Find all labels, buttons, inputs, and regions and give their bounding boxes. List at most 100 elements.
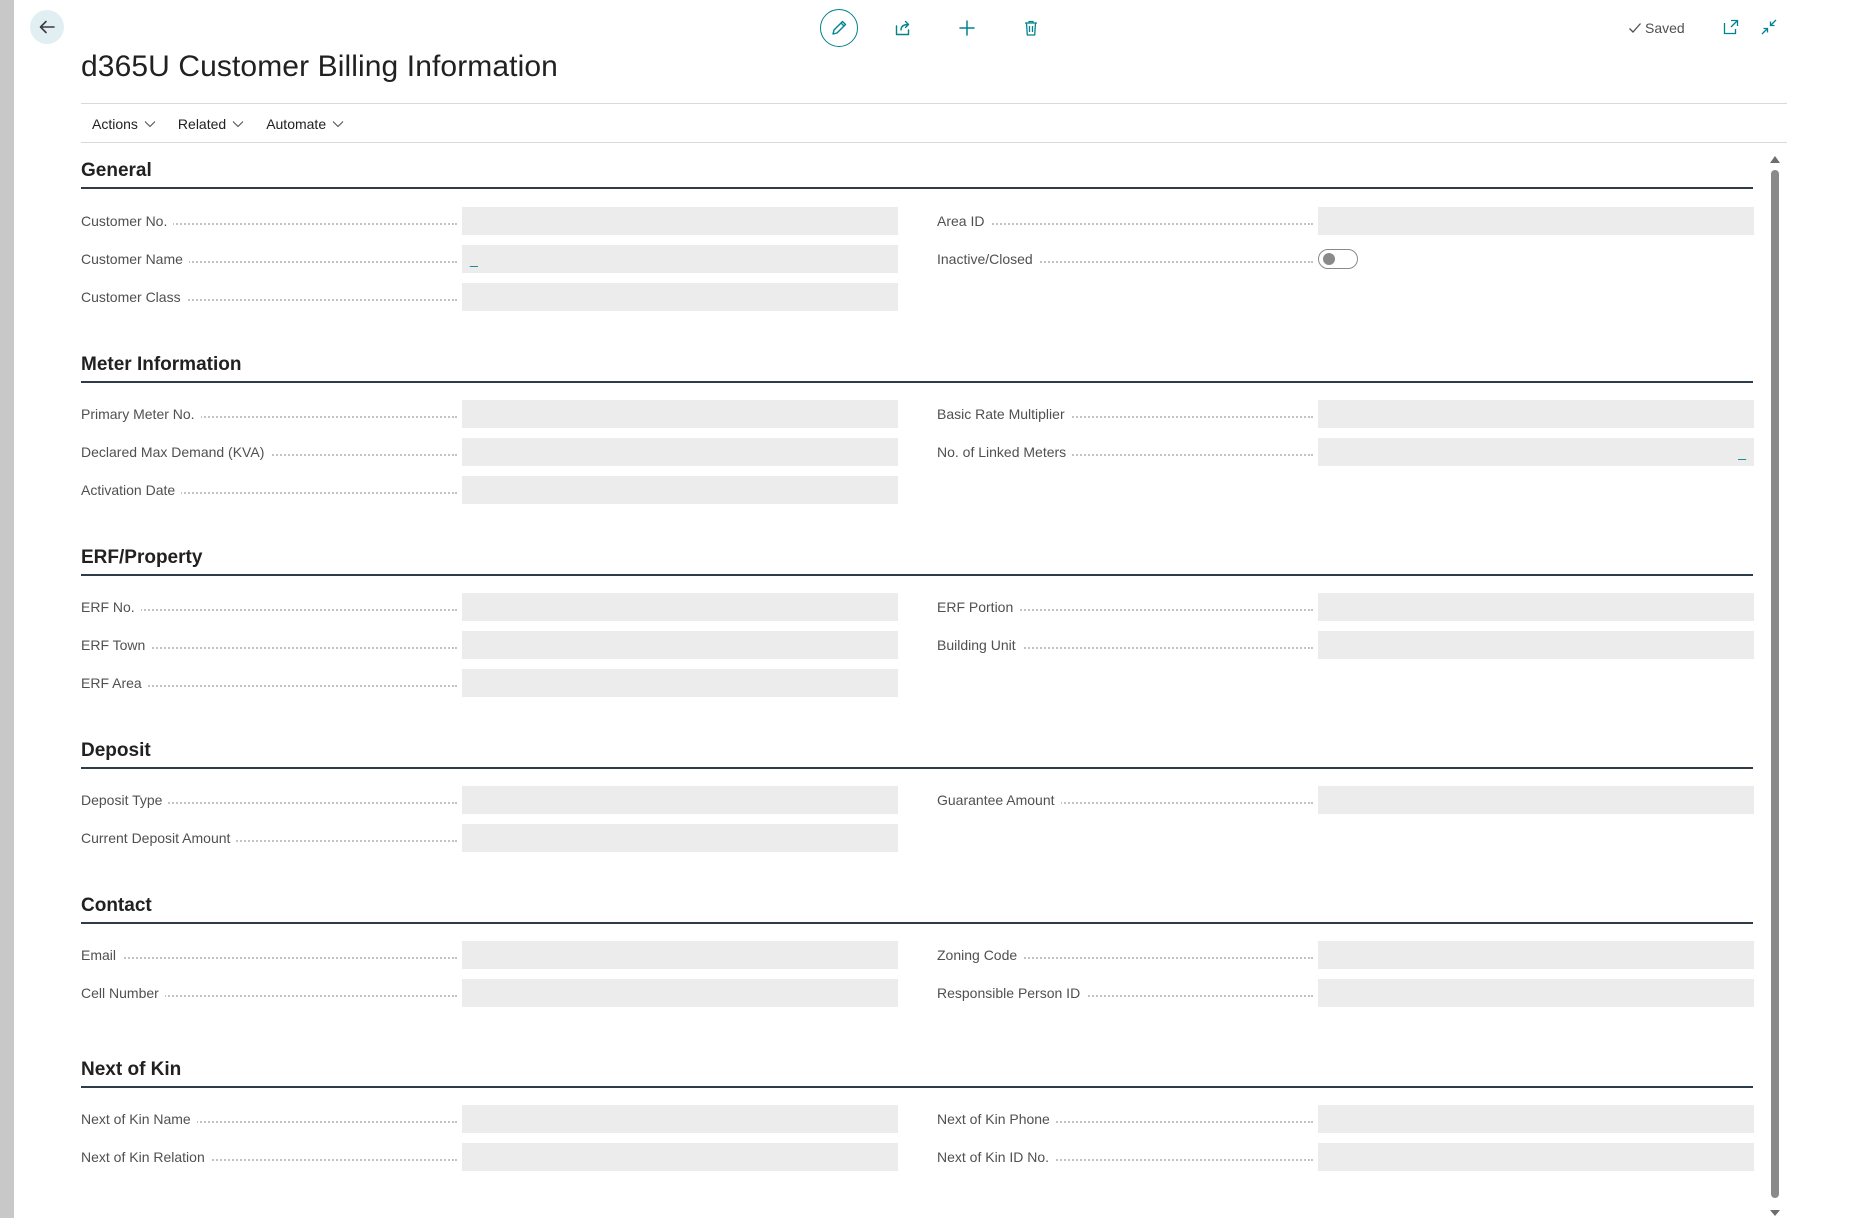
menu-related[interactable]: Related [178,114,244,134]
section-next-of-kin: Next of Kin Next of Kin Name Next of Kin… [81,1041,1754,1171]
vertical-scrollbar[interactable] [1770,156,1780,1216]
field-erf-portion: ERF Portion [937,593,1757,621]
erf-town-input[interactable] [462,631,898,659]
responsible-person-id-input[interactable] [1318,979,1754,1007]
open-new-window-button[interactable] [1721,17,1741,37]
toggle-knob [1323,253,1335,265]
menu-actions-label: Actions [92,116,138,132]
scroll-up-arrow-icon[interactable] [1770,156,1780,163]
menu-automate-label: Automate [266,116,327,132]
building-unit-input[interactable] [1318,631,1754,659]
cell-number-input[interactable] [462,979,898,1007]
field-label: Activation Date [81,482,182,498]
field-next-of-kin-id-no: Next of Kin ID No. [937,1143,1757,1171]
section-header-general[interactable]: General [81,142,1753,189]
zoning-code-input[interactable] [1318,941,1754,969]
field-next-of-kin-relation: Next of Kin Relation [81,1143,901,1171]
customer-no-input[interactable] [462,207,898,235]
section-header-deposit[interactable]: Deposit [81,722,1753,769]
field-label: Inactive/Closed [937,251,1039,267]
field-label: Declared Max Demand (KVA) [81,444,271,460]
field-erf-no: ERF No. [81,593,901,621]
guarantee-amount-input[interactable] [1318,786,1754,814]
share-button[interactable] [884,9,922,47]
page-title: d365U Customer Billing Information [81,50,558,83]
section-contact: Contact Email Cell Number Zoning Code Re… [81,877,1754,1007]
field-label: No. of Linked Meters [937,444,1073,460]
field-activation-date: Activation Date [81,476,901,504]
next-of-kin-relation-input[interactable] [462,1143,898,1171]
back-arrow-icon [39,20,55,34]
customer-class-input[interactable] [462,283,898,311]
field-next-of-kin-name: Next of Kin Name [81,1105,901,1133]
menu-automate[interactable]: Automate [266,114,344,134]
field-email: Email [81,941,901,969]
field-current-deposit-amount: Current Deposit Amount [81,824,901,852]
field-basic-rate-multiplier: Basic Rate Multiplier [937,400,1757,428]
field-label: Next of Kin ID No. [937,1149,1056,1165]
area-id-input[interactable] [1318,207,1754,235]
section-header-next-of-kin[interactable]: Next of Kin [81,1041,1753,1088]
field-label: Next of Kin Name [81,1111,197,1127]
field-erf-area: ERF Area [81,669,901,697]
checkmark-icon [1629,23,1641,33]
plus-icon [959,20,975,36]
field-label: Zoning Code [937,947,1024,963]
deposit-type-input[interactable] [462,786,898,814]
field-label: Primary Meter No. [81,406,201,422]
next-of-kin-name-input[interactable] [462,1105,898,1133]
customer-name-input[interactable]: _ [462,245,898,273]
section-deposit: Deposit Deposit Type Current Deposit Amo… [81,722,1754,852]
inactive-closed-toggle[interactable] [1318,249,1358,269]
share-icon [895,20,910,36]
edit-button[interactable] [820,9,858,47]
menu-actions[interactable]: Actions [92,114,156,134]
chevron-down-icon [144,121,156,128]
section-general: General Customer No. Customer Name _ Cus… [81,142,1754,311]
field-declared-max-demand: Declared Max Demand (KVA) [81,438,901,466]
email-input[interactable] [462,941,898,969]
field-label: ERF Area [81,675,148,691]
erf-no-input[interactable] [462,593,898,621]
divider [81,103,1787,104]
new-button[interactable] [948,9,986,47]
section-header-contact[interactable]: Contact [81,877,1753,924]
field-linked-meters: No. of Linked Meters _ [937,438,1757,466]
field-label: Area ID [937,213,991,229]
chevron-down-icon [332,121,344,128]
back-button[interactable] [30,10,64,44]
chevron-down-icon [232,121,244,128]
field-zoning-code: Zoning Code [937,941,1757,969]
linked-meters-input[interactable]: _ [1318,438,1754,466]
field-label: Guarantee Amount [937,792,1061,808]
current-deposit-amount-input[interactable] [462,824,898,852]
field-label: Basic Rate Multiplier [937,406,1071,422]
field-label: Next of Kin Relation [81,1149,211,1165]
primary-meter-no-input[interactable] [462,400,898,428]
erf-area-input[interactable] [462,669,898,697]
field-label: Current Deposit Amount [81,830,237,846]
field-erf-town: ERF Town [81,631,901,659]
field-cell-number: Cell Number [81,979,901,1007]
basic-rate-multiplier-input[interactable] [1318,400,1754,428]
leader-dots [81,957,457,959]
field-label: Responsible Person ID [937,985,1087,1001]
edit-pencil-icon [832,20,847,35]
field-responsible-person-id: Responsible Person ID [937,979,1757,1007]
next-of-kin-id-no-input[interactable] [1318,1143,1754,1171]
activation-date-input[interactable] [462,476,898,504]
erf-portion-input[interactable] [1318,593,1754,621]
action-menu-bar: Actions Related Automate [92,114,366,134]
window-controls [1721,17,1779,37]
scroll-down-arrow-icon[interactable] [1770,1210,1780,1216]
field-deposit-type: Deposit Type [81,786,901,814]
field-label: Cell Number [81,985,165,1001]
declared-max-demand-input[interactable] [462,438,898,466]
delete-bin-icon [1025,20,1037,36]
section-header-meter-information[interactable]: Meter Information [81,336,1753,383]
collapse-button[interactable] [1759,17,1779,37]
scroll-thumb[interactable] [1771,170,1779,1198]
section-header-erf-property[interactable]: ERF/Property [81,529,1753,576]
next-of-kin-phone-input[interactable] [1318,1105,1754,1133]
delete-button[interactable] [1012,9,1050,47]
